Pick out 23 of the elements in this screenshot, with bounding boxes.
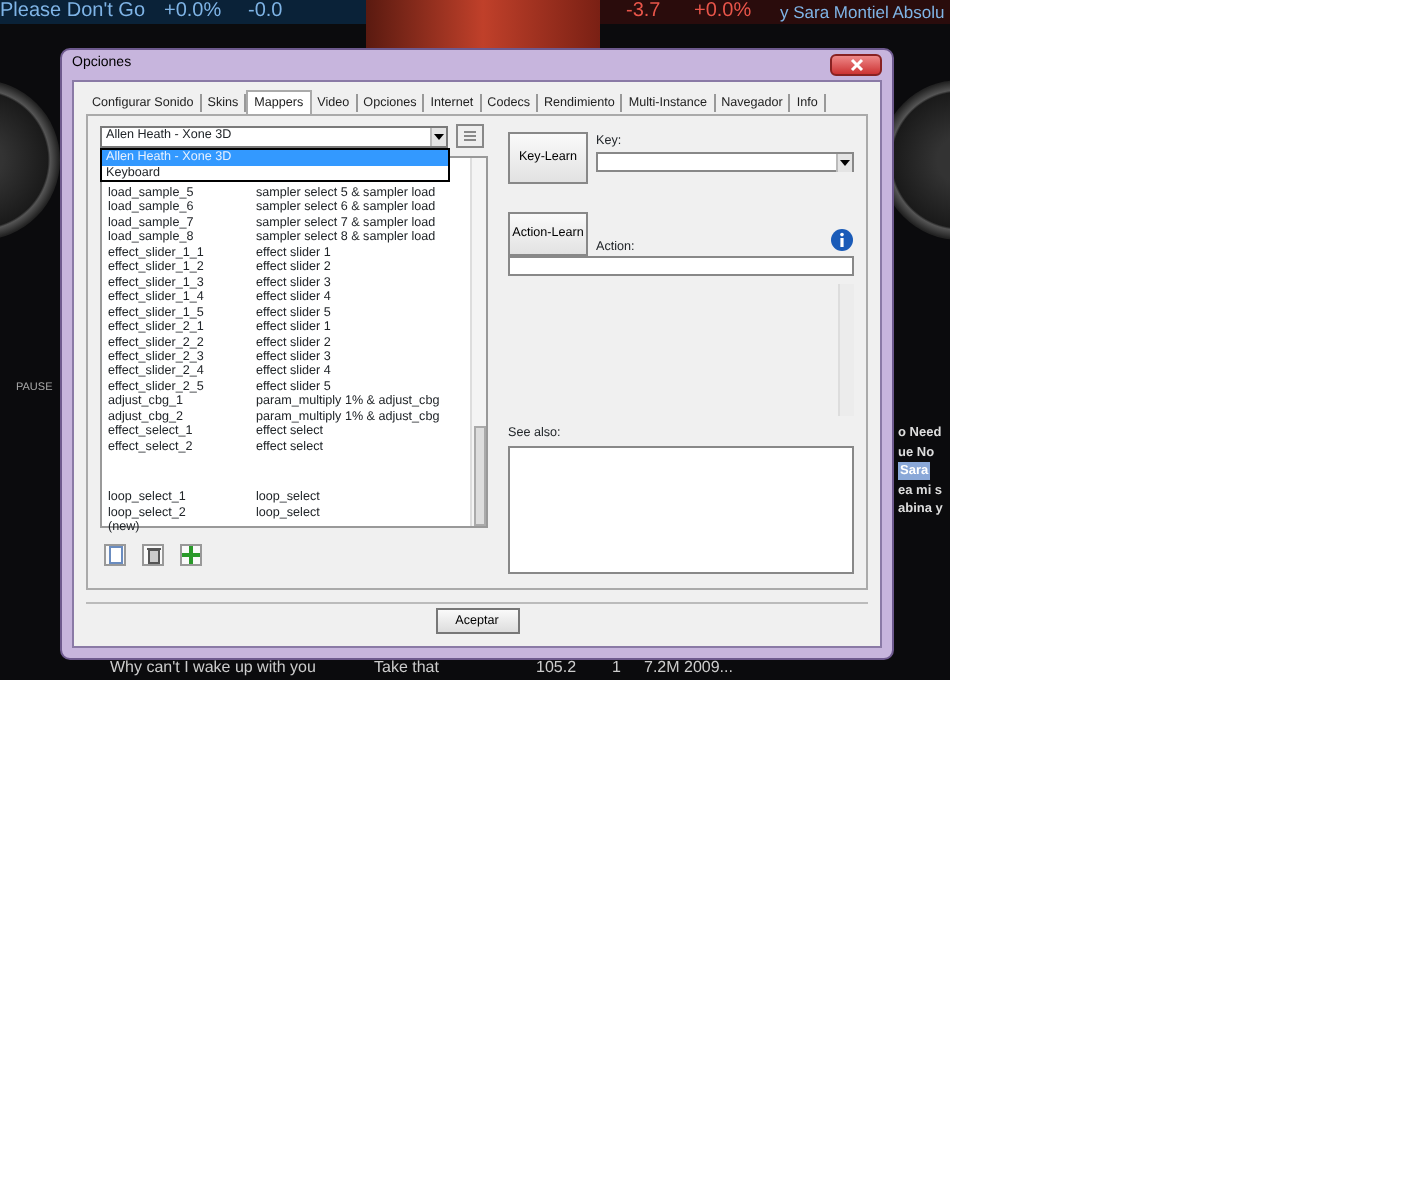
playlist-cell: 7.2M 2009...: [644, 656, 733, 680]
gain-value: -0.0: [248, 0, 283, 24]
playlist-cell: Take that: [374, 656, 439, 680]
pitch-value: +0.0%: [694, 0, 752, 24]
playlist-cell: 105.2: [536, 656, 577, 680]
key-dropdown[interactable]: [596, 152, 854, 173]
gain-value: -3.7: [626, 0, 661, 24]
scrollbar[interactable]: [470, 158, 486, 526]
add-icon[interactable]: [180, 544, 202, 566]
close-button[interactable]: [830, 54, 882, 76]
playlist-cell: Why can't I wake up with you: [110, 656, 316, 680]
action-field[interactable]: [508, 256, 854, 276]
scrollbar-thumb[interactable]: [473, 426, 485, 526]
close-icon: [849, 57, 863, 72]
trash-icon[interactable]: [142, 544, 164, 566]
list-view-icon[interactable]: [456, 124, 484, 148]
track-title: Please Don't Go: [0, 0, 146, 24]
track-title: y Sara Montiel Absolu: [780, 0, 945, 24]
pitch-value: +0.0%: [164, 0, 222, 24]
dropdown-arrow-icon: [836, 154, 852, 173]
info-icon[interactable]: [830, 228, 854, 252]
playlist-cell: 1: [612, 656, 621, 680]
document-icon[interactable]: [104, 544, 126, 566]
